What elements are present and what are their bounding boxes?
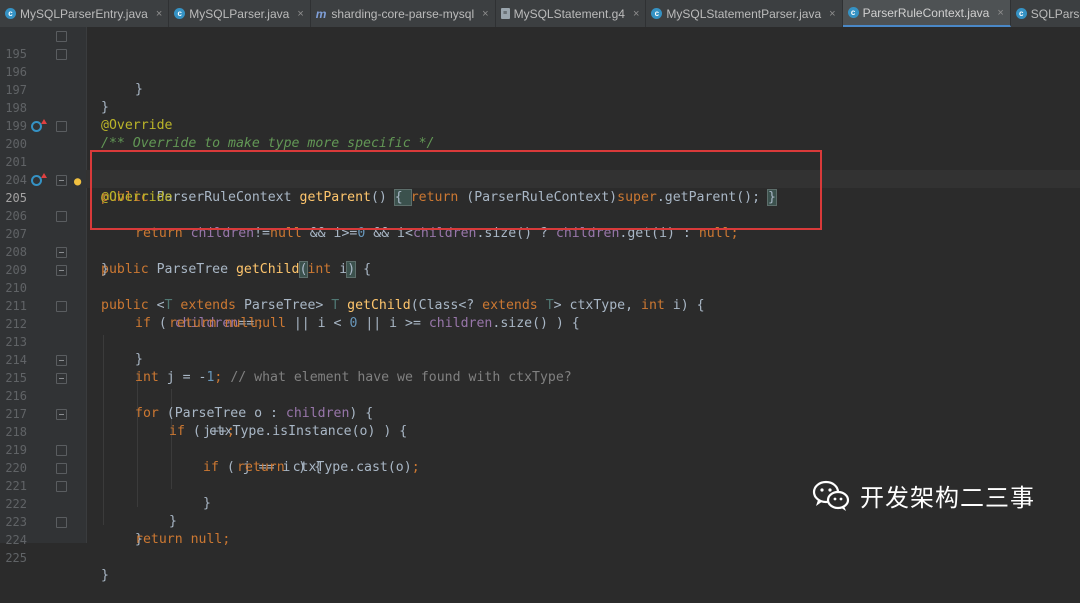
tab-label: SQLParserEngine.java — [1030, 6, 1080, 21]
close-icon[interactable]: × — [297, 8, 303, 20]
code-line-197[interactable]: 197 — [0, 63, 1080, 97]
code-line-220[interactable]: 220 } — [0, 441, 1080, 511]
close-icon[interactable]: × — [156, 8, 162, 20]
tab-label: MySQLStatement.g4 — [513, 6, 625, 21]
class-icon: c — [174, 8, 186, 19]
fold-collapse-icon[interactable] — [56, 175, 67, 186]
code-line-195[interactable]: 195 } — [0, 27, 1080, 97]
code-line-214[interactable]: 214 int j = -1; // what element have we … — [0, 333, 1080, 385]
fold-collapse-icon[interactable] — [56, 373, 67, 384]
class-icon: c — [651, 8, 663, 19]
code-line-211[interactable]: 211 return null; — [0, 279, 1080, 331]
fold-end-icon[interactable] — [56, 481, 67, 492]
tab-label: ParserRuleContext.java — [862, 5, 990, 20]
override-method-icon[interactable] — [31, 119, 47, 132]
fold-collapse-icon[interactable] — [56, 409, 67, 420]
lightbulb-icon[interactable]: ● — [74, 172, 81, 190]
override-method-icon[interactable] — [31, 173, 47, 186]
tab-mysqlparser-java[interactable]: c MySQLParser.java × — [169, 0, 311, 27]
tab-sharding-core-parse-mysql[interactable]: m sharding-core-parse-mysql × — [311, 0, 496, 27]
code-line-216[interactable]: 216 if ( ctxType.isInstance(o) ) { — [0, 369, 1080, 439]
tab-mysqlstatementparser-java[interactable]: c MySQLStatementParser.java × — [646, 0, 843, 27]
code-line-215[interactable]: 215 for (ParseTree o : children) { — [0, 351, 1080, 421]
code-line-219[interactable]: 219 return ctxType.cast(o); — [0, 423, 1080, 475]
fold-end-icon[interactable] — [56, 445, 67, 456]
code-line-196[interactable]: 196 } — [0, 45, 1080, 115]
code-line-210[interactable]: 210 if ( children==null || i < 0 || i >=… — [0, 261, 1080, 331]
code-line-225[interactable]: 225 — [0, 531, 1080, 565]
code-line-221[interactable]: 221 } — [0, 459, 1080, 529]
class-icon: c — [1015, 8, 1027, 19]
wechat-icon — [812, 480, 850, 511]
watermark-text: 开发架构二三事 — [860, 484, 1035, 512]
editor-tab-bar: c MySQLParserEntry.java × c MySQLParser.java… — [0, 0, 1080, 28]
fold-collapse-icon[interactable] — [56, 265, 67, 276]
code-line-224[interactable]: 224 } — [0, 513, 1080, 583]
fold-end-icon[interactable] — [56, 301, 67, 312]
class-icon: c — [847, 7, 859, 18]
close-icon[interactable]: × — [829, 8, 835, 20]
class-icon: c — [5, 8, 16, 19]
tab-label: MySQLParserEntry.java — [20, 6, 148, 21]
tab-mysqlstatement-g4[interactable]: ≡ MySQLStatement.g4 × — [496, 0, 647, 27]
code-editor[interactable]: 195 } 196 } 197 198 @Override 199 /** Ov… — [0, 27, 1080, 583]
code-line-218[interactable]: 218 if ( j == i ) { — [0, 405, 1080, 475]
fold-collapse-icon[interactable] — [56, 355, 67, 366]
close-icon[interactable]: × — [633, 8, 639, 20]
code-line-209[interactable]: 209 public <T extends ParseTree> T getCh… — [0, 243, 1080, 313]
fold-end-icon[interactable] — [56, 31, 67, 42]
tab-label: MySQLParser.java — [189, 6, 290, 21]
tab-label: sharding-core-parse-mysql — [331, 6, 475, 21]
code-line-198[interactable]: 198 @Override — [0, 81, 1080, 133]
fold-collapse-icon[interactable] — [56, 247, 67, 258]
fold-expand-icon[interactable] — [56, 121, 67, 132]
tab-label: MySQLStatementParser.java — [666, 6, 822, 21]
code-line-200[interactable]: 200 public ParserRuleContext getParent()… — [0, 117, 1080, 206]
close-icon[interactable]: × — [997, 7, 1003, 19]
tab-parserrulecontext-java[interactable]: c ParserRuleContext.java × — [842, 0, 1011, 27]
fold-end-icon[interactable] — [56, 211, 67, 222]
fold-end-icon[interactable] — [56, 463, 67, 474]
line-number: 225 — [5, 551, 27, 565]
close-icon[interactable]: × — [482, 8, 488, 20]
fold-end-icon[interactable] — [56, 49, 67, 60]
code-line-213[interactable]: 213 — [0, 315, 1080, 349]
code-line-199[interactable]: 199 /** Override to make type more speci… — [0, 99, 1080, 151]
maven-module-icon: m — [315, 6, 327, 21]
tab-sqlparserengine-java[interactable]: cSQLParserEngine.java× — [1011, 0, 1080, 27]
tab-mysqlparserentry-java[interactable]: c MySQLParserEntry.java × — [0, 0, 170, 27]
watermark: 开发架构二三事 — [812, 478, 1035, 513]
highlight-box — [90, 150, 822, 230]
code-line-217[interactable]: 217 j++; — [0, 387, 1080, 439]
grammar-file-icon: ≡ — [500, 8, 510, 19]
fold-end-icon[interactable] — [56, 517, 67, 528]
code-line-212[interactable]: 212 } — [0, 297, 1080, 367]
code-text: } — [101, 568, 109, 583]
